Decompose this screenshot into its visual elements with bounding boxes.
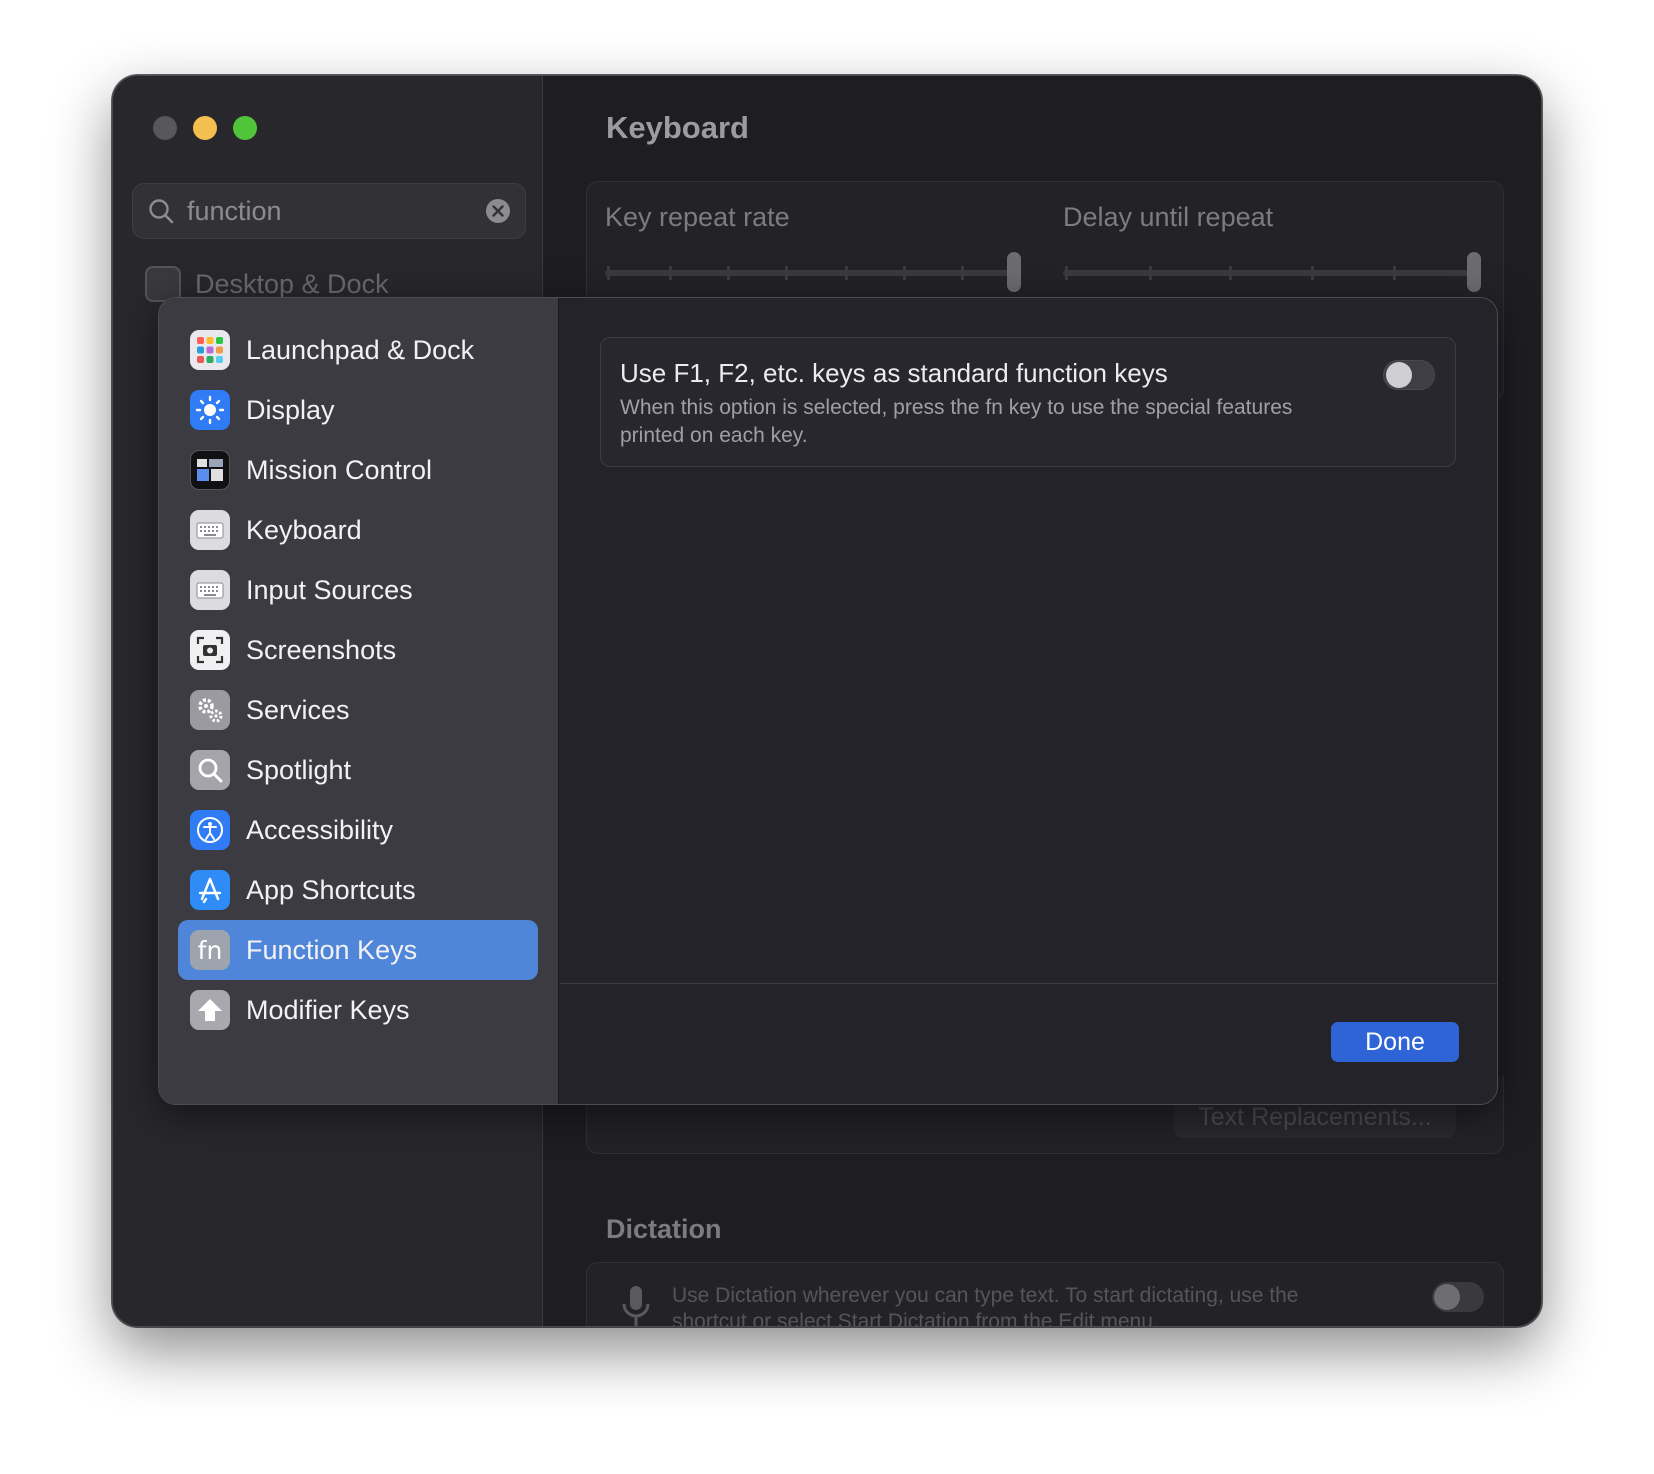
category-label: Screenshots <box>246 634 397 665</box>
slider-tick <box>1149 266 1152 280</box>
category-label: Display <box>246 394 335 425</box>
keyboard-shortcuts-sheet: Launchpad & Dock Display Mission Control… <box>158 297 1498 1105</box>
key-repeat-label: Key repeat rate <box>605 202 790 232</box>
input-sources-icon <box>190 570 230 610</box>
standard-function-keys-toggle[interactable] <box>1383 360 1435 390</box>
slider-tick <box>961 266 964 280</box>
keyboard-icon <box>190 510 230 550</box>
function-keys-option: Use F1, F2, etc. keys as standard functi… <box>600 337 1456 467</box>
slider-tick <box>607 266 610 280</box>
category-label: Keyboard <box>246 514 362 545</box>
clear-search-icon[interactable] <box>485 198 511 224</box>
dictation-toggle[interactable] <box>1432 1282 1484 1312</box>
category-label: Function Keys <box>246 934 418 965</box>
category-label: Services <box>246 694 350 725</box>
services-icon <box>190 690 230 730</box>
zoom-window-button[interactable] <box>233 116 257 140</box>
category-label: Spotlight <box>246 754 352 785</box>
delay-repeat-slider-knob[interactable] <box>1467 252 1481 292</box>
category-label: App Shortcuts <box>246 874 416 905</box>
slider-tick <box>845 266 848 280</box>
option-description: When this option is selected, press the … <box>620 396 1293 447</box>
done-button[interactable]: Done <box>1331 1022 1459 1062</box>
category-mission-control[interactable]: Mission Control <box>178 440 538 500</box>
accessibility-icon <box>190 810 230 850</box>
category-label: Accessibility <box>246 814 394 845</box>
slider-tick <box>1229 266 1232 280</box>
function-keys-pane: Use F1, F2, etc. keys as standard functi… <box>560 298 1497 984</box>
search-input[interactable]: function <box>187 196 485 227</box>
app-shortcuts-icon <box>190 870 230 910</box>
sheet-footer: Done <box>560 985 1497 1104</box>
category-function-keys[interactable]: fn Function Keys <box>178 920 538 980</box>
category-input-sources[interactable]: Input Sources <box>178 560 538 620</box>
screenshots-icon <box>190 630 230 670</box>
category-display[interactable]: Display <box>178 380 538 440</box>
category-app-shortcuts[interactable]: App Shortcuts <box>178 860 538 920</box>
category-keyboard[interactable]: Keyboard <box>178 500 538 560</box>
slider-tick <box>669 266 672 280</box>
search-field[interactable]: function <box>132 183 526 239</box>
modifier-keys-icon <box>190 990 230 1030</box>
delay-repeat-label: Delay until repeat <box>1063 202 1274 232</box>
page-title: Keyboard <box>606 110 749 145</box>
category-modifier-keys[interactable]: Modifier Keys <box>178 980 538 1040</box>
slider-tick <box>785 266 788 280</box>
toggle-thumb <box>1386 362 1412 388</box>
dictation-heading: Dictation <box>606 1214 722 1244</box>
close-window-button[interactable] <box>153 116 177 140</box>
delay-repeat-slider[interactable] <box>1063 270 1475 276</box>
slider-tick <box>1393 266 1396 280</box>
slider-tick <box>1311 266 1314 280</box>
fn-icon: fn <box>190 930 230 970</box>
option-title: Use F1, F2, etc. keys as standard functi… <box>620 358 1168 388</box>
category-launchpad-dock[interactable]: Launchpad & Dock <box>178 320 538 380</box>
traffic-lights <box>153 116 257 140</box>
slider-tick <box>1065 266 1068 280</box>
category-spotlight[interactable]: Spotlight <box>178 740 538 800</box>
search-icon <box>149 199 174 224</box>
slider-tick <box>727 266 730 280</box>
category-label: Modifier Keys <box>246 994 410 1025</box>
shortcut-categories-list: Launchpad & Dock Display Mission Control… <box>159 298 559 1104</box>
microphone-icon <box>622 1286 650 1326</box>
slider-tick <box>903 266 906 280</box>
key-repeat-slider[interactable] <box>605 270 1015 276</box>
minimize-window-button[interactable] <box>193 116 217 140</box>
spotlight-icon <box>190 750 230 790</box>
dictation-description: Use Dictation wherever you can type text… <box>672 1284 1299 1327</box>
category-label: Launchpad & Dock <box>246 334 475 365</box>
display-icon <box>190 390 230 430</box>
category-services[interactable]: Services <box>178 680 538 740</box>
sidebar-item-label: Desktop & Dock <box>195 268 389 299</box>
category-screenshots[interactable]: Screenshots <box>178 620 538 680</box>
mission-control-icon <box>190 450 230 490</box>
key-repeat-slider-knob[interactable] <box>1007 252 1021 292</box>
category-label: Input Sources <box>246 574 413 605</box>
category-label: Mission Control <box>246 454 433 485</box>
category-accessibility[interactable]: Accessibility <box>178 800 538 860</box>
launchpad-icon <box>190 330 230 370</box>
